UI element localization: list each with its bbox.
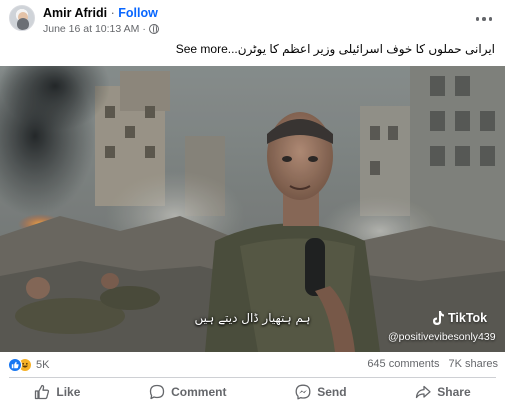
tiktok-logo-icon	[433, 311, 444, 325]
comments-count-link[interactable]: 645 comments	[367, 358, 439, 370]
messenger-icon	[295, 384, 311, 400]
post-stats: 5K 645 comments 7K shares	[0, 352, 505, 378]
post-meta: June 16 at 10:13 AM ·	[43, 23, 159, 35]
send-button[interactable]: Send	[287, 380, 354, 404]
see-more-link[interactable]: See more	[176, 42, 228, 56]
post-timestamp[interactable]: June 16 at 10:13 AM	[43, 23, 139, 35]
divider	[9, 377, 496, 378]
engagement-counts: 645 comments 7K shares	[367, 358, 498, 370]
share-button[interactable]: Share	[407, 380, 478, 404]
video-subtitle: ہم ہتھیار ڈال دیتے ہیں	[194, 311, 311, 325]
like-reaction-icon	[8, 358, 22, 372]
comment-bubble-icon	[149, 384, 165, 400]
post-header: Amir Afridi · Follow June 16 at 10:13 AM…	[0, 0, 505, 40]
follow-button[interactable]: Follow	[118, 6, 158, 20]
author-name[interactable]: Amir Afridi	[43, 6, 107, 20]
author-separator: ·	[110, 6, 115, 20]
comment-label: Comment	[171, 385, 227, 399]
shares-count-link[interactable]: 7K shares	[448, 358, 498, 370]
more-options-icon[interactable]	[473, 12, 495, 26]
color-grade	[0, 66, 505, 352]
thumbs-up-icon	[35, 384, 50, 400]
tiktok-brand: TikTok	[448, 311, 488, 325]
post-actions-bar: Like Comment Send Share	[0, 379, 505, 405]
share-arrow-icon	[416, 385, 431, 399]
globe-icon	[148, 24, 159, 34]
caption-text: ایرانی حملوں کا خوف اسرائیلی وزیر اعظم ک…	[227, 42, 495, 56]
avatar[interactable]	[9, 5, 35, 31]
like-button[interactable]: Like	[26, 380, 88, 404]
reaction-count: 5K	[36, 359, 50, 371]
comment-button[interactable]: Comment	[141, 380, 234, 404]
reactions-summary[interactable]: 5K	[8, 358, 49, 372]
dot	[475, 17, 480, 21]
dot	[482, 17, 486, 21]
video-frame	[0, 66, 505, 352]
post-video[interactable]: ہم ہتھیار ڈال دیتے ہیں TikTok @positivev…	[0, 66, 505, 352]
author-line: Amir Afridi · Follow	[43, 6, 158, 20]
share-label: Share	[437, 385, 471, 399]
post-caption: ایرانی حملوں کا خوف اسرائیلی وزیر اعظم ک…	[176, 42, 495, 56]
dot	[488, 17, 493, 21]
tiktok-watermark: TikTok	[431, 310, 487, 326]
send-label: Send	[317, 385, 347, 399]
tiktok-handle: @positivevibesonly439	[388, 331, 496, 343]
avatar-beard	[17, 18, 29, 30]
like-label: Like	[56, 385, 81, 399]
meta-separator: ·	[142, 23, 146, 35]
